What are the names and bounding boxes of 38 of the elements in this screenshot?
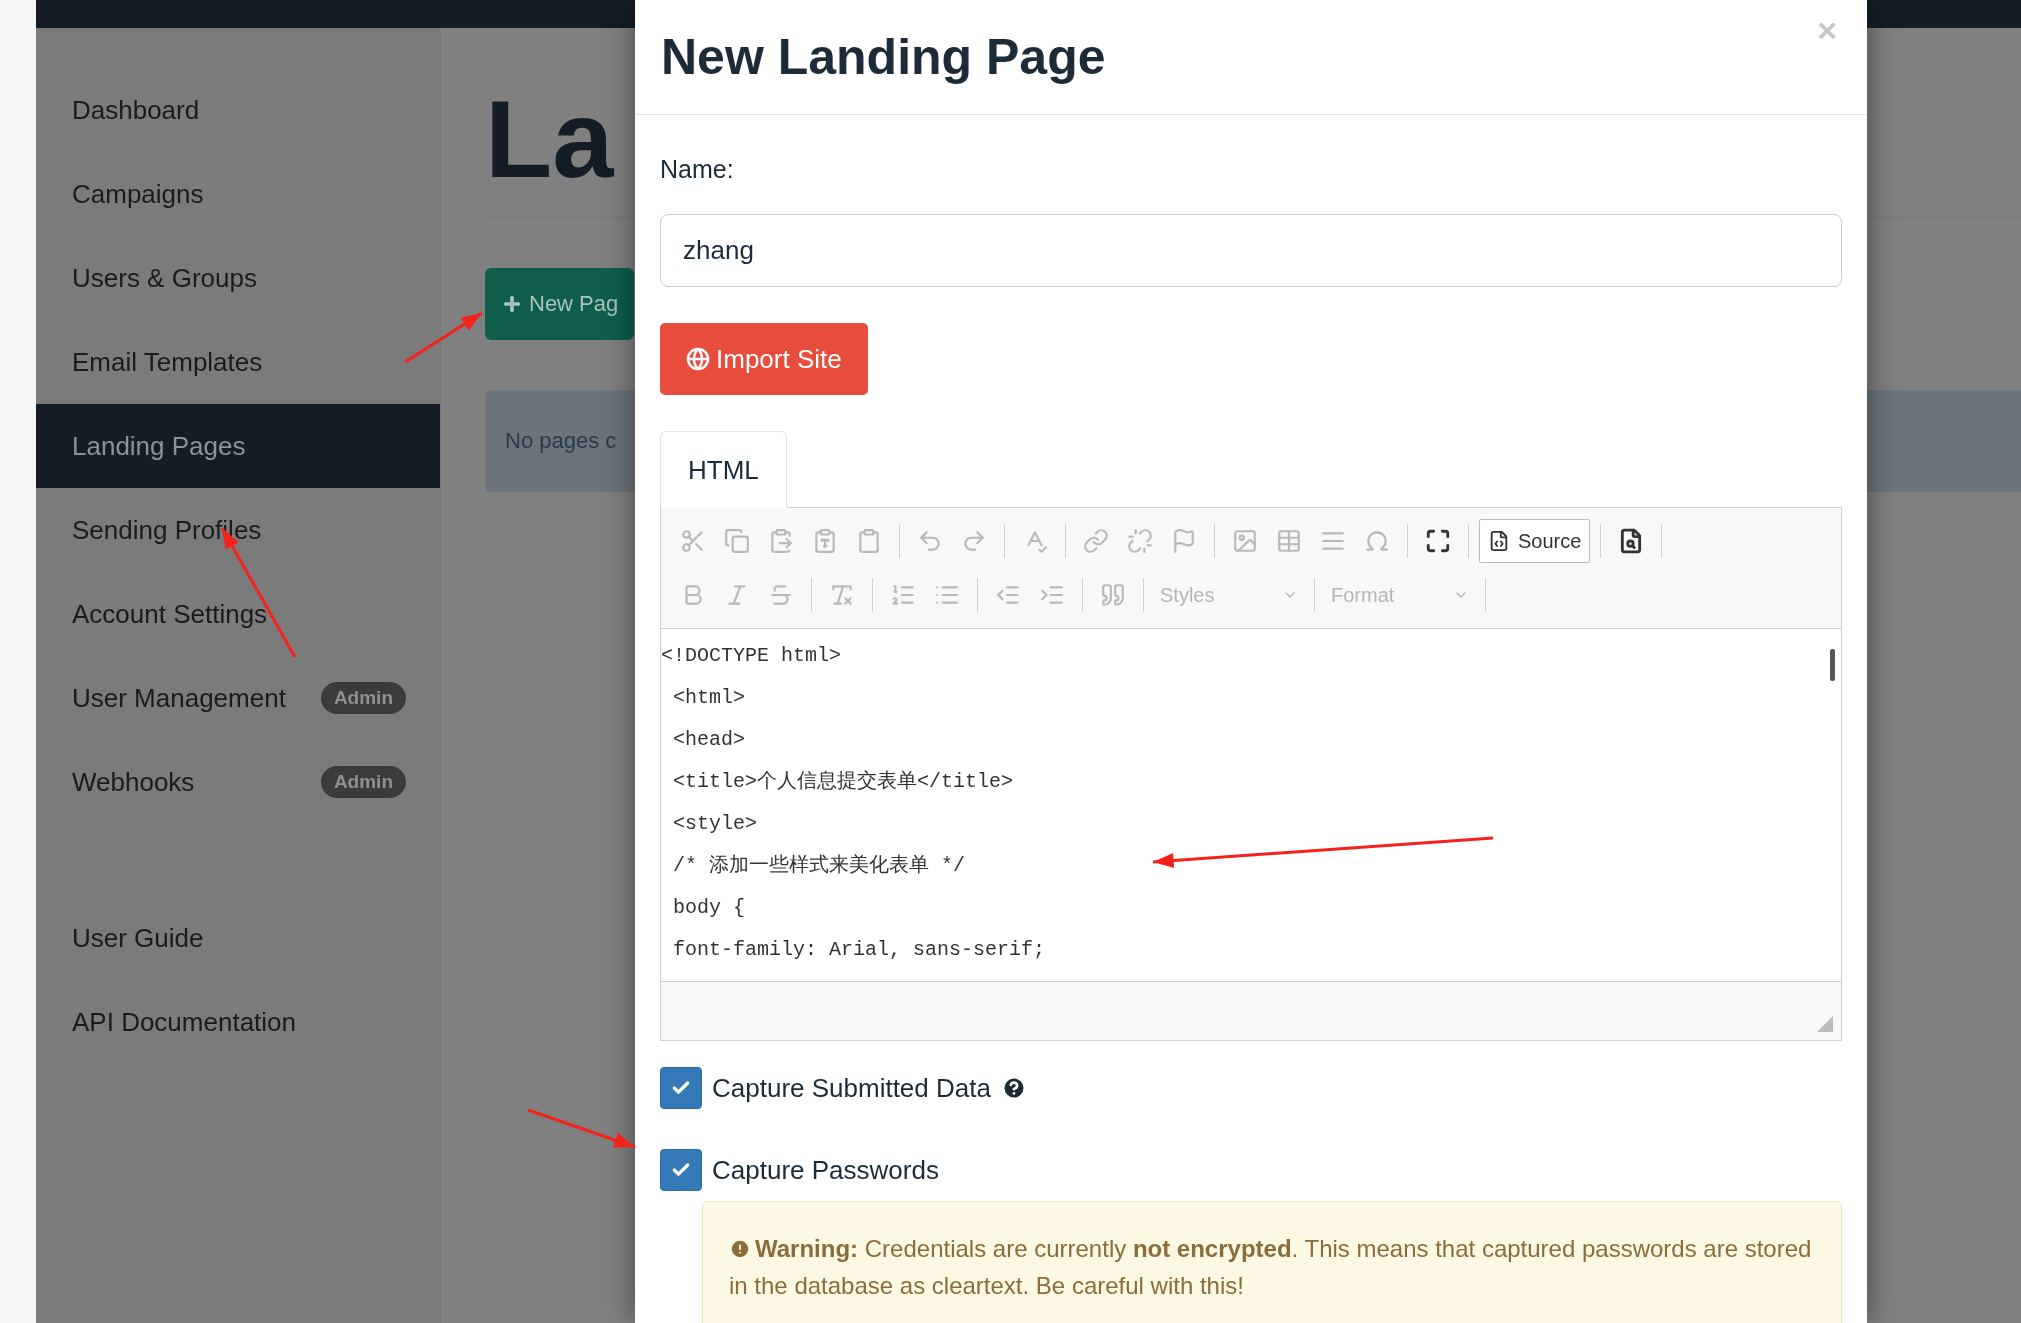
code-line: <!DOCTYPE html> [661, 643, 842, 669]
code-line: <head> [672, 727, 745, 753]
source-button[interactable]: Source [1479, 519, 1591, 563]
checkbox[interactable] [660, 1067, 702, 1109]
admin-badge: Admin [320, 682, 406, 714]
sidebar-item[interactable]: Email Templates [36, 320, 440, 404]
admin-badge: Admin [320, 766, 406, 798]
sidebar-item[interactable]: User Management Admin [36, 656, 440, 740]
warning-text: Warning: Credentials are currently not encrypted. This means that captured passwords are stored in the database as cleartext. Be careful with this! [729, 1234, 1813, 1302]
code-line: <title>个人信息提交表单</title> [672, 769, 1014, 795]
globe-icon [686, 347, 710, 371]
code-line: <style> [672, 811, 757, 837]
import-site-button[interactable]: Import Site [660, 323, 868, 395]
plus-icon [501, 293, 523, 315]
sidebar-item[interactable]: Landing Pages [36, 404, 440, 488]
code-line: <html> [672, 685, 745, 711]
warning-icon [729, 1238, 751, 1260]
new-page-button[interactable]: New Pag [485, 268, 635, 340]
sidebar-item[interactable]: Account Settings [36, 572, 440, 656]
sidebar-link[interactable]: API Documentation [36, 980, 440, 1064]
sidebar-item[interactable]: Campaigns [36, 152, 440, 236]
sidebar-item[interactable]: Webhooks Admin [36, 740, 440, 824]
checkbox-label: Capture Passwords [712, 1154, 939, 1186]
code-line: font-family: Arial, sans-serif; [672, 937, 1046, 963]
code-line: body { [672, 895, 745, 921]
code-file-icon [1488, 530, 1510, 552]
sidebar-item[interactable]: Dashboard [36, 68, 440, 152]
name-field[interactable]: zhang [660, 214, 1842, 287]
sidebar-item[interactable]: Users & Groups [36, 236, 440, 320]
sidebar-item[interactable]: Sending Profiles [36, 488, 440, 572]
code-line: /* 添加一些样式来美化表单 */ [672, 853, 965, 879]
checkbox[interactable] [660, 1149, 702, 1191]
sidebar-link[interactable]: User Guide [36, 896, 440, 980]
checkbox-label: Capture Submitted Data [712, 1072, 991, 1104]
resize-grip-icon[interactable] [1817, 1016, 1833, 1032]
scrollbar-thumb[interactable] [1830, 649, 1835, 681]
name-label: Name: [660, 155, 735, 184]
editor-tab[interactable]: HTML [660, 431, 787, 508]
